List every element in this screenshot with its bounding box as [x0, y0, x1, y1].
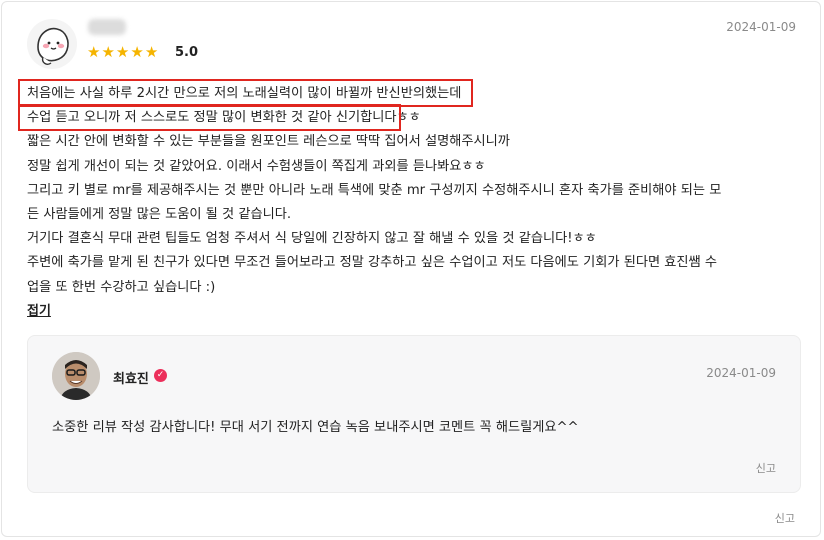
- review-report-button[interactable]: 신고: [775, 510, 795, 526]
- star-icon: ★: [115, 43, 130, 61]
- star-icon: ★: [130, 43, 144, 61]
- reviewer-name-blurred: [88, 19, 126, 35]
- rating-score: 5.0: [175, 45, 199, 60]
- review-line: 처음에는 사실 하루 2시간 만으로 저의 노래실력이 많이 바뀔까 반신반의했…: [27, 86, 462, 101]
- review-line: 업을 또 한번 수강하고 싶습니다 :): [27, 279, 216, 295]
- review-card: ★ ★ ★ ★ ★ 5.0 2024-01-09 처음에는 사실 하루 2시간 …: [1, 1, 821, 537]
- review-line: 거기다 결혼식 무대 관련 팁들도 엄청 주셔서 식 당일에 긴장하지 않고 잘…: [27, 231, 597, 247]
- star-icon: ★: [101, 43, 115, 61]
- review-date: 2024-01-09: [726, 20, 796, 34]
- review-line: 든 사람들에게 정말 많은 도움이 될 것 같습니다.: [27, 207, 292, 223]
- reply-report-button[interactable]: 신고: [756, 460, 776, 476]
- reply-date: 2024-01-09: [706, 366, 776, 380]
- review-line: 수업 듣고 오니까 저 스스로도 정말 많이 변화한 것 같아 신기합니다ㅎㅎ: [27, 110, 421, 126]
- review-line: 짧은 시간 안에 변화할 수 있는 부분들을 원포인트 레슨으로 딱딱 집어서 …: [27, 134, 510, 150]
- fold-button[interactable]: 접기: [27, 300, 51, 319]
- reviewer-avatar: [27, 19, 77, 69]
- instructor-avatar: [52, 352, 100, 400]
- review-line: 그리고 키 별로 mr를 제공해주시는 것 뿐만 아니라 노래 특색에 맞춘 m…: [27, 182, 722, 198]
- star-icon: ★: [87, 43, 101, 61]
- cartoon-face-icon: [37, 27, 69, 65]
- star-icon: ★: [144, 43, 159, 61]
- review-line: 주변에 축가를 맡게 된 친구가 있다면 무조건 들어보라고 정말 강추하고 싶…: [27, 255, 718, 271]
- rating-stars: ★ ★ ★ ★ ★: [87, 43, 158, 61]
- instructor-photo-icon: [52, 352, 100, 400]
- instructor-reply: 최효진 ✓ 2024-01-09 소중한 리뷰 작성 감사합니다! 무대 서기 …: [27, 335, 801, 493]
- reply-text: 소중한 리뷰 작성 감사합니다! 무대 서기 전까지 연습 녹음 보내주시면 코…: [52, 420, 579, 435]
- review-line: 정말 쉽게 개선이 되는 것 같았어요. 이래서 수험생들이 쪽집게 과외를 듣…: [27, 158, 486, 174]
- review-text: 처음에는 사실 하루 2시간 만으로 저의 노래실력이 많이 바뀔까 반신반의했…: [27, 82, 809, 300]
- verified-badge-icon: ✓: [154, 369, 167, 382]
- instructor-name: 최효진: [113, 372, 149, 387]
